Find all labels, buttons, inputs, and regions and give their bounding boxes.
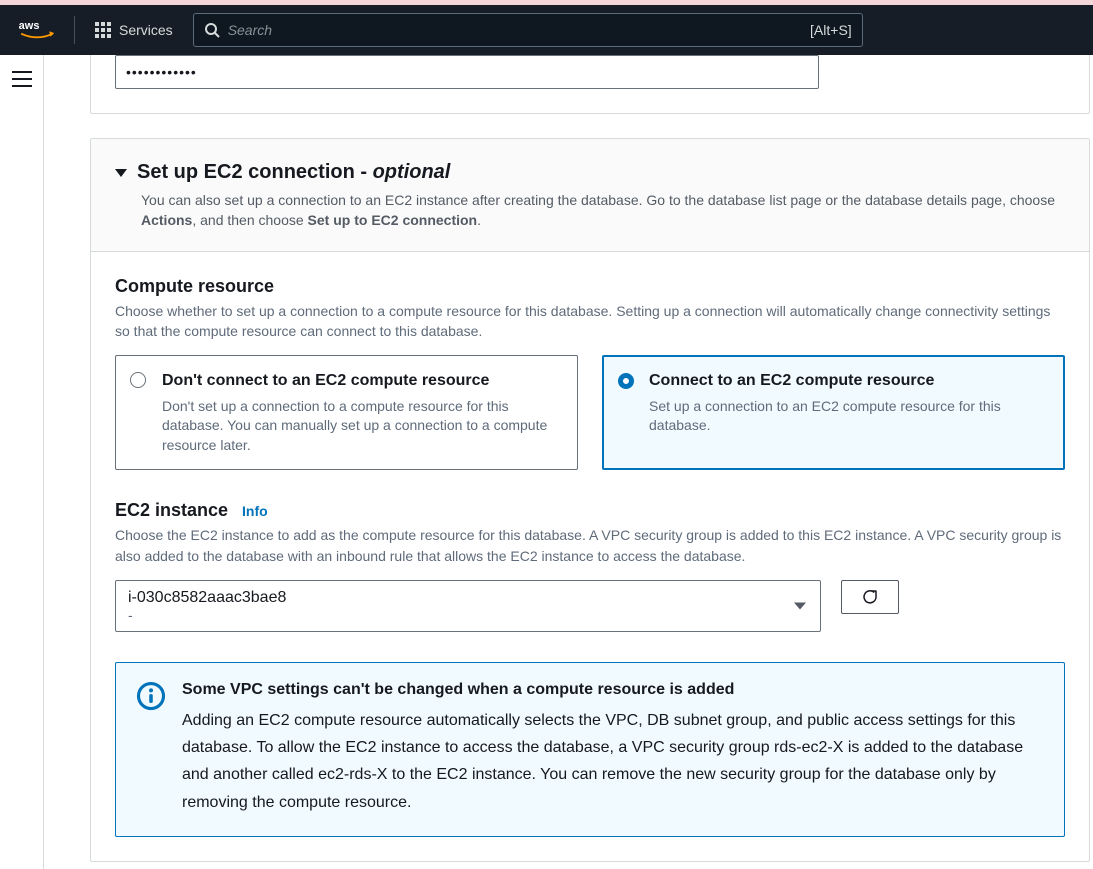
ec2-instance-label: EC2 instance bbox=[115, 500, 228, 521]
ec2-instance-info-link[interactable]: Info bbox=[242, 503, 268, 519]
master-password-input[interactable] bbox=[115, 55, 819, 89]
ec2-section-title-optional: optional bbox=[373, 161, 451, 183]
option-connect-desc: Set up a connection to an EC2 compute re… bbox=[649, 397, 1048, 436]
search-input[interactable] bbox=[228, 22, 802, 38]
compute-resource-options: Don't connect to an EC2 compute resource… bbox=[115, 355, 1065, 470]
header-divider bbox=[74, 16, 75, 44]
info-icon bbox=[136, 681, 166, 711]
refresh-icon bbox=[861, 588, 879, 606]
chevron-down-icon bbox=[115, 169, 127, 177]
option-dont-connect[interactable]: Don't connect to an EC2 compute resource… bbox=[115, 355, 578, 470]
search-shortcut-hint: [Alt+S] bbox=[810, 22, 852, 38]
ec2-section-title-main: Set up EC2 connection bbox=[137, 161, 355, 183]
ec2-section-title: Set up EC2 connection - optional bbox=[137, 161, 450, 184]
credentials-panel-fragment bbox=[90, 55, 1090, 114]
ec2-section-title-dash: - bbox=[355, 161, 373, 183]
ec2-instance-field: EC2 instance Info Choose the EC2 instanc… bbox=[115, 500, 1065, 632]
option-connect-title: Connect to an EC2 compute resource bbox=[649, 370, 1048, 392]
expand-nav-button[interactable] bbox=[12, 71, 32, 87]
vpc-info-alert: Some VPC settings can't be changed when … bbox=[115, 662, 1065, 837]
ec2-section-toggle[interactable]: Set up EC2 connection - optional bbox=[115, 161, 1065, 184]
radio-icon bbox=[618, 373, 634, 389]
ec2-instance-select[interactable]: i-030c8582aaac3bae8 - bbox=[115, 580, 821, 632]
compute-resource-heading: Compute resource bbox=[115, 276, 1065, 297]
left-collapse-rail bbox=[0, 55, 44, 869]
ec2-connection-panel: Set up EC2 connection - optional You can… bbox=[90, 138, 1090, 862]
aws-logo[interactable]: aws bbox=[10, 19, 64, 41]
apps-grid-icon bbox=[95, 22, 111, 38]
main-content-scroll[interactable]: Set up EC2 connection - optional You can… bbox=[44, 55, 1093, 869]
vpc-alert-body: Adding an EC2 compute resource automatic… bbox=[182, 707, 1044, 816]
ec2-instance-selected-sub: - bbox=[128, 607, 786, 623]
search-icon bbox=[204, 22, 220, 38]
radio-icon bbox=[130, 372, 146, 388]
services-menu-button[interactable]: Services bbox=[85, 5, 183, 55]
vpc-alert-title: Some VPC settings can't be changed when … bbox=[182, 681, 1044, 699]
refresh-instances-button[interactable] bbox=[841, 580, 899, 614]
ec2-section-header: Set up EC2 connection - optional You can… bbox=[91, 139, 1089, 252]
aws-global-header: aws Services [Alt+S] bbox=[0, 5, 1093, 55]
services-label: Services bbox=[119, 22, 173, 38]
ec2-instance-help: Choose the EC2 instance to add as the co… bbox=[115, 525, 1065, 566]
option-dont-connect-title: Don't connect to an EC2 compute resource bbox=[162, 370, 561, 392]
chevron-down-icon bbox=[794, 602, 806, 609]
compute-resource-help: Choose whether to set up a connection to… bbox=[115, 301, 1065, 342]
ec2-instance-selected-value: i-030c8582aaac3bae8 bbox=[128, 589, 786, 607]
global-search[interactable]: [Alt+S] bbox=[193, 13, 863, 47]
svg-text:aws: aws bbox=[19, 20, 40, 32]
option-connect[interactable]: Connect to an EC2 compute resource Set u… bbox=[602, 355, 1065, 470]
ec2-section-description: You can also set up a connection to an E… bbox=[141, 190, 1065, 231]
option-dont-connect-desc: Don't set up a connection to a compute r… bbox=[162, 397, 561, 456]
